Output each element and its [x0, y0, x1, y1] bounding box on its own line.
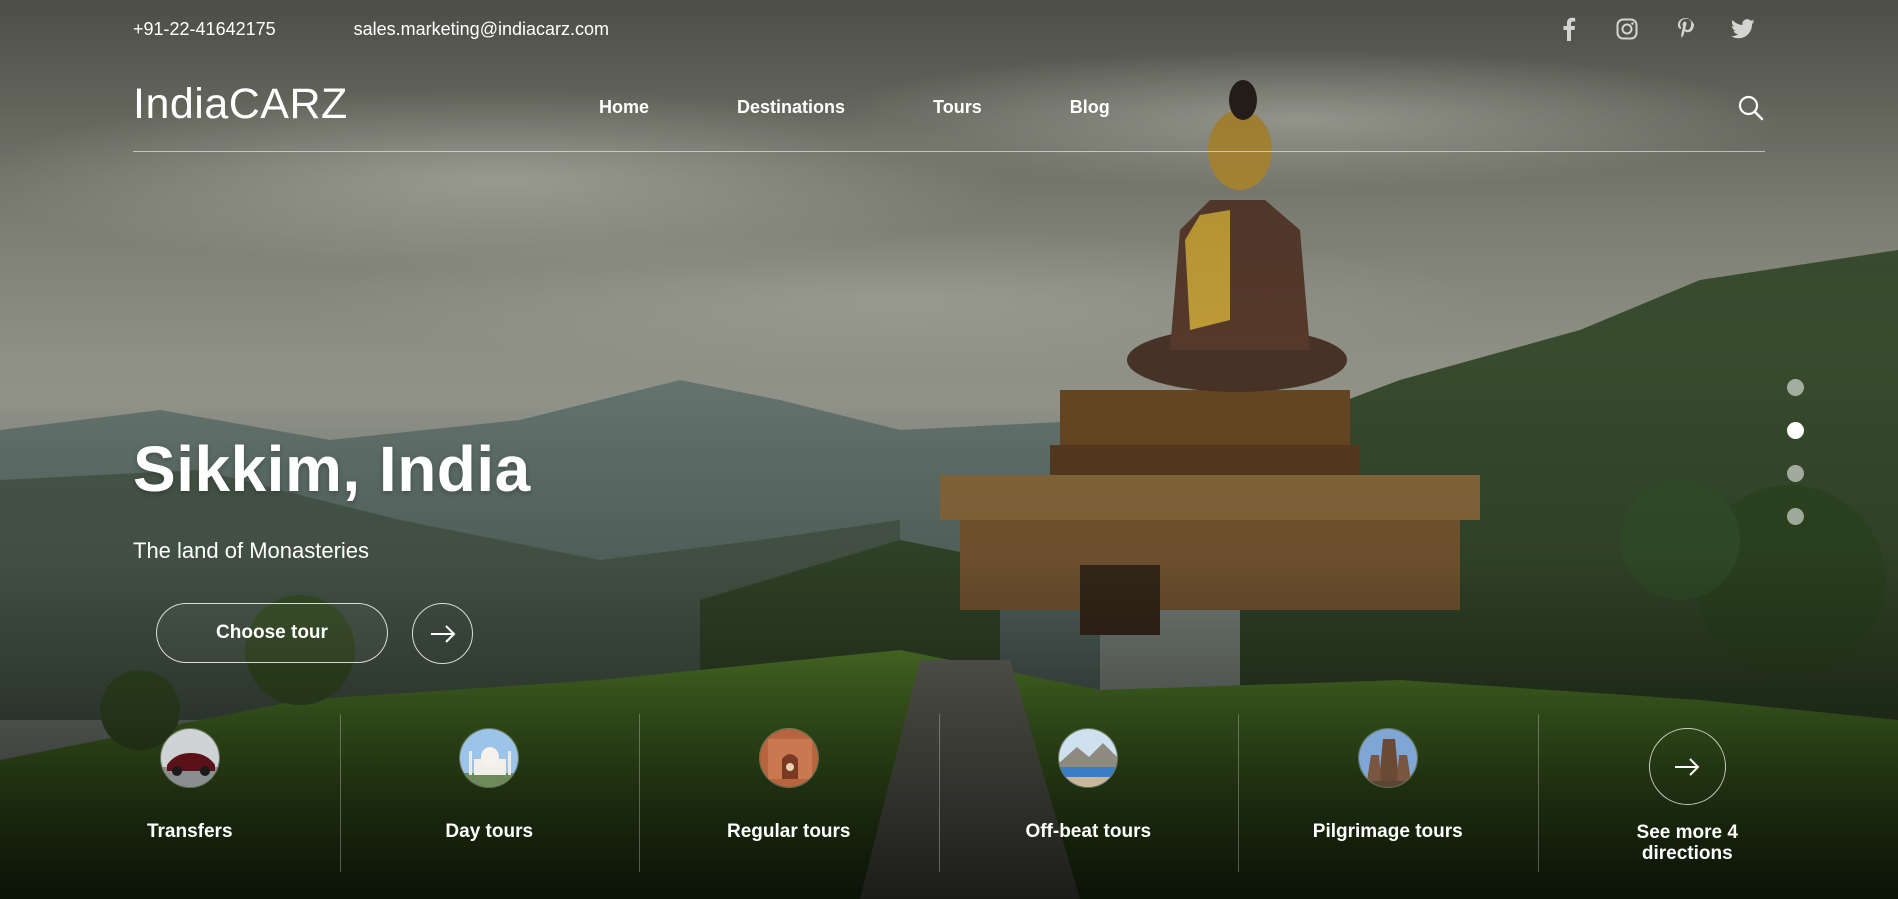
category-offbeat-tours[interactable]: Off-beat tours — [938, 714, 1239, 874]
email-address[interactable]: sales.marketing@indiacarz.com — [354, 19, 609, 40]
tour-categories: Transfers Day tours Regular tours Off-be… — [40, 714, 1837, 874]
slider-dot-2[interactable] — [1787, 422, 1804, 439]
temple-thumbnail — [1357, 728, 1418, 788]
category-label: Transfers — [146, 821, 233, 842]
taj-mahal-thumbnail — [459, 728, 520, 788]
category-transfers[interactable]: Transfers — [40, 714, 340, 874]
see-more-label: See more 4 directions — [1636, 822, 1738, 864]
search-icon[interactable] — [1737, 94, 1765, 122]
see-more-button[interactable] — [1648, 728, 1726, 805]
category-label: Off-beat tours — [1025, 821, 1152, 842]
slider-dot-1[interactable] — [1787, 379, 1804, 396]
category-label: Day tours — [445, 821, 534, 842]
hero-next-button[interactable] — [412, 603, 473, 664]
see-more-directions[interactable]: See more 4 directions — [1537, 714, 1838, 874]
top-bar: +91-22-41642175 sales.marketing@indiacar… — [133, 17, 1765, 41]
pinterest-icon[interactable] — [1673, 17, 1697, 41]
fort-thumbnail — [758, 728, 819, 788]
category-label: Pilgrimage tours — [1312, 821, 1463, 842]
category-day-tours[interactable]: Day tours — [339, 714, 640, 874]
category-label: Regular tours — [726, 821, 851, 842]
site-logo[interactable]: IndiaCARZ — [133, 80, 348, 129]
arrow-right-icon — [430, 624, 455, 643]
hero-title: Sikkim, India — [133, 433, 531, 505]
nav-tours[interactable]: Tours — [933, 97, 982, 118]
nav-destinations[interactable]: Destinations — [737, 97, 845, 118]
car-thumbnail — [159, 728, 220, 788]
nav-blog[interactable]: Blog — [1070, 97, 1110, 118]
social-links — [1557, 17, 1765, 41]
instagram-icon[interactable] — [1615, 17, 1639, 41]
slider-dot-3[interactable] — [1787, 465, 1804, 482]
arrow-right-icon — [1675, 757, 1700, 776]
nav-home[interactable]: Home — [599, 97, 649, 118]
hero-subtitle: The land of Monasteries — [133, 538, 370, 563]
category-regular-tours[interactable]: Regular tours — [639, 714, 939, 874]
twitter-icon[interactable] — [1731, 17, 1755, 41]
site-header: IndiaCARZ Home Destinations Tours Blog — [133, 78, 1765, 152]
slider-dot-4[interactable] — [1787, 508, 1804, 525]
category-pilgrimage-tours[interactable]: Pilgrimage tours — [1238, 714, 1538, 874]
slider-dots — [1787, 379, 1804, 525]
choose-tour-button[interactable]: Choose tour — [156, 603, 388, 663]
main-nav: Home Destinations Tours Blog — [599, 97, 1198, 118]
mountain-lake-thumbnail — [1058, 728, 1119, 788]
facebook-icon[interactable] — [1557, 17, 1581, 41]
phone-number[interactable]: +91-22-41642175 — [133, 19, 276, 40]
